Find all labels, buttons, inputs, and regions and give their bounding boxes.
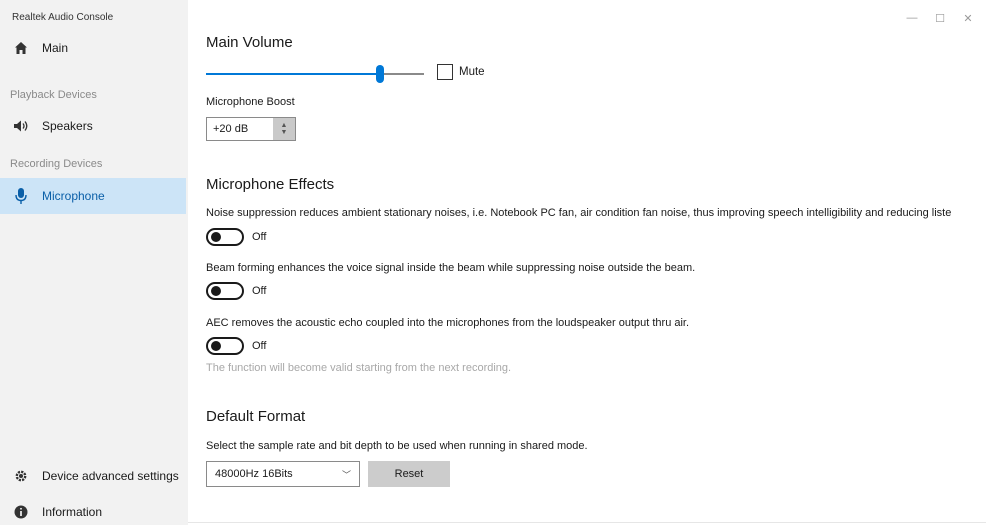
sidebar-item-main[interactable]: Main [0, 30, 188, 66]
aec-toggle[interactable]: Off [206, 337, 266, 355]
minimize-button[interactable]: — [898, 8, 926, 28]
sidebar-item-advanced-settings[interactable]: Device advanced settings [0, 458, 188, 494]
beam-forming-description: Beam forming enhances the voice signal i… [206, 262, 696, 274]
noise-suppression-toggle[interactable]: Off [206, 228, 266, 246]
divider [188, 522, 986, 523]
format-selected-value: 48000Hz 16Bits [215, 468, 293, 480]
home-icon [12, 39, 30, 57]
section-header-playback: Playback Devices [10, 89, 97, 101]
sidebar-item-microphone[interactable]: Microphone [0, 178, 186, 214]
format-dropdown[interactable]: 48000Hz 16Bits ﹀ [206, 461, 360, 487]
default-format-title: Default Format [206, 408, 306, 425]
app-window: Realtek Audio Console Main Playback Devi… [0, 0, 986, 525]
toggle-state-label: Off [252, 231, 267, 243]
sidebar-item-label: Device advanced settings [42, 469, 179, 483]
toggle-switch[interactable] [206, 282, 244, 300]
toggle-knob [211, 341, 221, 351]
gear-icon [12, 467, 30, 485]
slider-fill [206, 73, 380, 75]
sidebar-item-label: Information [42, 505, 103, 519]
sidebar: Realtek Audio Console Main Playback Devi… [0, 0, 188, 525]
toggle-knob [211, 232, 221, 242]
mic-effects-title: Microphone Effects [206, 176, 335, 193]
toggle-state-label: Off [252, 340, 267, 352]
info-icon [12, 503, 30, 521]
spinner-arrows[interactable]: ▲ ▼ [273, 118, 295, 140]
chevron-down-icon: ﹀ [341, 470, 351, 480]
reset-button[interactable]: Reset [368, 461, 450, 487]
toggle-switch[interactable] [206, 228, 244, 246]
mic-boost-spinner[interactable]: +20 dB ▲ ▼ [206, 117, 296, 141]
main-volume-title: Main Volume [206, 34, 293, 51]
toggle-switch[interactable] [206, 337, 244, 355]
volume-slider[interactable] [206, 62, 424, 86]
microphone-icon [12, 187, 30, 205]
effects-note: The function will become valid starting … [206, 362, 512, 374]
toggle-state-label: Off [252, 285, 267, 297]
app-title: Realtek Audio Console [12, 12, 114, 23]
beam-forming-toggle[interactable]: Off [206, 282, 266, 300]
default-format-description: Select the sample rate and bit depth to … [206, 440, 588, 452]
chevron-down-icon[interactable]: ▼ [281, 129, 288, 136]
mute-label: Mute [459, 66, 485, 78]
speaker-icon [12, 117, 30, 135]
sidebar-item-label: Microphone [42, 189, 105, 203]
maximize-button[interactable]: ☐ [926, 8, 954, 28]
mic-boost-value: +20 dB [213, 123, 249, 135]
aec-description: AEC removes the acoustic echo coupled in… [206, 317, 690, 329]
mute-checkbox[interactable]: Mute [437, 64, 485, 80]
checkbox-box[interactable] [437, 64, 453, 80]
noise-suppression-description: Noise suppression reduces ambient statio… [206, 207, 952, 219]
chevron-up-icon[interactable]: ▲ [281, 122, 288, 129]
sidebar-item-label: Main [42, 41, 69, 55]
sidebar-item-speakers[interactable]: Speakers [0, 108, 188, 144]
slider-thumb[interactable] [376, 65, 384, 83]
sidebar-item-information[interactable]: Information [0, 494, 188, 525]
close-button[interactable]: ✕ [954, 8, 982, 28]
section-header-recording: Recording Devices [10, 158, 103, 170]
toggle-knob [211, 286, 221, 296]
mic-boost-label: Microphone Boost [206, 96, 295, 108]
sidebar-item-label: Speakers [42, 119, 93, 133]
